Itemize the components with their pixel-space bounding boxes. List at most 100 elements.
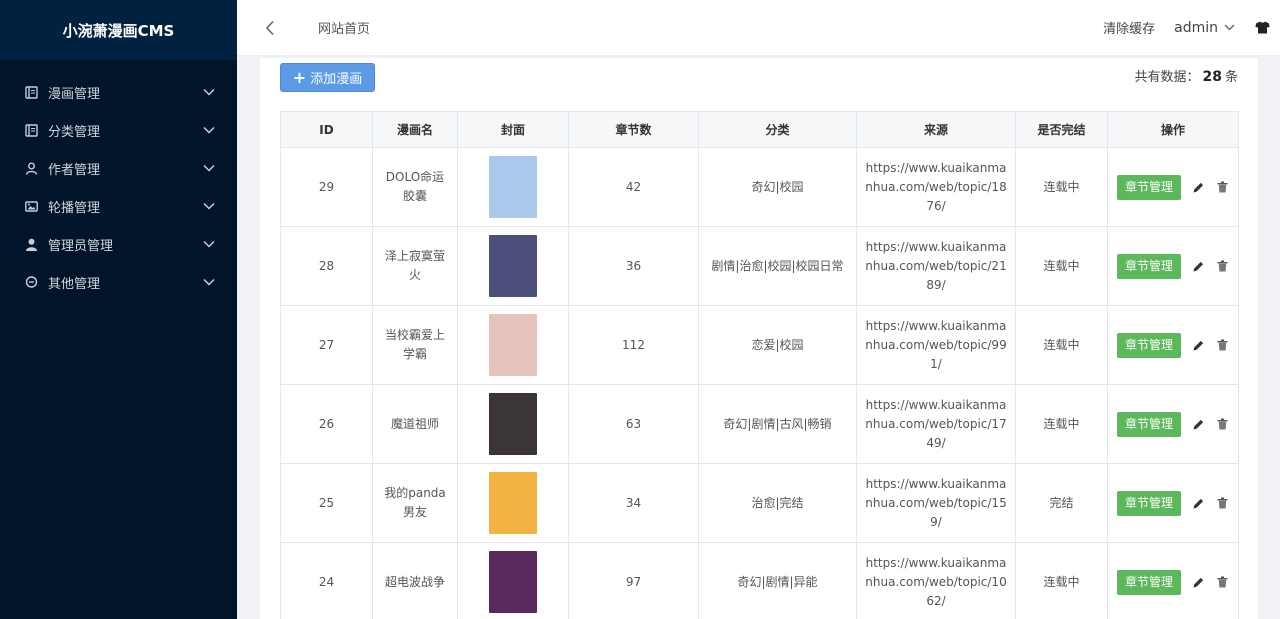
trash-icon[interactable]	[1215, 575, 1229, 589]
sidebar-item-label: 漫画管理	[48, 86, 101, 102]
chapter-manage-button[interactable]: 章节管理	[1116, 332, 1181, 358]
chapter-manage-button[interactable]: 章节管理	[1116, 490, 1181, 516]
chevron-down-icon	[203, 238, 215, 250]
edit-icon[interactable]	[1191, 180, 1205, 194]
cell-name: 魔道祖师	[372, 384, 458, 464]
trash-icon[interactable]	[1215, 338, 1229, 352]
cell-category: 奇幻|剧情|古风|畅销	[698, 384, 857, 464]
chevron-down-icon	[203, 276, 215, 288]
edit-icon[interactable]	[1191, 417, 1205, 431]
column-header: 是否完结	[1015, 111, 1108, 148]
sidebar-item-other[interactable]: 其他管理	[0, 263, 237, 301]
sidebar-item-comics[interactable]: 漫画管理	[0, 73, 237, 111]
cell-id: 25	[280, 463, 373, 543]
cover-image[interactable]	[489, 156, 537, 218]
sidebar-item-categories[interactable]: 分类管理	[0, 111, 237, 149]
cell-source: https://www.kuaikanmanhua.com/web/topic/…	[856, 542, 1016, 619]
column-header: 章节数	[568, 111, 699, 148]
table-row: 25 我的panda男友 34 治愈|完结 https://www.kuaikanman…	[280, 463, 1239, 543]
cover-image[interactable]	[489, 393, 537, 455]
cell-chapters: 112	[568, 305, 699, 385]
cell-name: 我的panda男友	[372, 463, 458, 543]
cover-image[interactable]	[489, 314, 537, 376]
edit-icon[interactable]	[1191, 575, 1205, 589]
trash-icon[interactable]	[1215, 417, 1229, 431]
cell-cover	[457, 226, 569, 306]
cell-name: 超电波战争	[372, 542, 458, 619]
edit-icon[interactable]	[1191, 259, 1205, 273]
back-button[interactable]	[259, 17, 281, 39]
book-icon	[24, 123, 38, 137]
column-header: 来源	[856, 111, 1016, 148]
add-comic-button[interactable]: + 添加漫画	[280, 63, 375, 92]
trash-icon[interactable]	[1215, 180, 1229, 194]
cell-status: 连载中	[1015, 305, 1108, 385]
cell-status: 连载中	[1015, 226, 1108, 306]
chevron-down-icon	[203, 200, 215, 212]
cell-category: 奇幻|剧情|异能	[698, 542, 857, 619]
cell-chapters: 63	[568, 384, 699, 464]
cell-name: DOLO命运胶囊	[372, 147, 458, 227]
cover-image[interactable]	[489, 551, 537, 613]
sidebar-item-label: 其他管理	[48, 276, 101, 292]
cell-category: 治愈|完结	[698, 463, 857, 543]
cell-status: 连载中	[1015, 542, 1108, 619]
table-header-row: ID 漫画名 封面 章节数 分类 来源 是否完结 操作	[280, 111, 1239, 148]
user-name: admin	[1174, 19, 1218, 36]
cell-source: https://www.kuaikanmanhua.com/web/topic/…	[856, 463, 1016, 543]
table-row: 27 当校霸爱上学霸 112 恋爱|校园 https://www.kuaikanmanh…	[280, 305, 1239, 385]
cover-image[interactable]	[489, 235, 537, 297]
sidebar-item-carousel[interactable]: 轮播管理	[0, 187, 237, 225]
trash-icon[interactable]	[1215, 259, 1229, 273]
user-menu[interactable]: admin	[1174, 20, 1235, 36]
main-content: + 添加漫画 共有数据： 28 条 ID 漫画名 封面 章节数 分类 来源 是否完结…	[260, 58, 1258, 619]
chapter-manage-button[interactable]: 章节管理	[1116, 569, 1181, 595]
edit-icon[interactable]	[1191, 338, 1205, 352]
cell-cover	[457, 147, 569, 227]
chevron-down-icon	[1224, 24, 1235, 31]
chevron-down-icon	[203, 162, 215, 174]
cell-source: https://www.kuaikanmanhua.com/web/topic/…	[856, 147, 1016, 227]
chevron-down-icon	[203, 86, 215, 98]
cell-cover	[457, 463, 569, 543]
header-actions: 清除缓存 admin	[1103, 18, 1280, 37]
trash-icon[interactable]	[1215, 496, 1229, 510]
sidebar-item-label: 管理员管理	[48, 238, 114, 254]
shirt-icon[interactable]	[1254, 20, 1270, 36]
cell-actions: 章节管理	[1107, 542, 1239, 619]
image-icon	[24, 199, 38, 213]
total-suffix: 条	[1224, 70, 1238, 85]
sidebar-item-admins[interactable]: 管理员管理	[0, 225, 237, 263]
chapter-manage-button[interactable]: 章节管理	[1116, 253, 1181, 279]
chat-icon	[24, 275, 38, 289]
cell-source: https://www.kuaikanmanhua.com/web/topic/…	[856, 384, 1016, 464]
cell-actions: 章节管理	[1107, 226, 1239, 306]
cell-cover	[457, 542, 569, 619]
breadcrumb-home[interactable]: 网站首页	[318, 18, 370, 37]
top-header: 网站首页 清除缓存 admin	[237, 0, 1280, 56]
user-solid-icon	[24, 237, 38, 251]
app-logo[interactable]: 小涴萧漫画CMS	[0, 0, 237, 60]
edit-icon[interactable]	[1191, 496, 1205, 510]
table-row: 24 超电波战争 97 奇幻|剧情|异能 https://www.kuaikanmanh…	[280, 542, 1239, 619]
sidebar-item-label: 分类管理	[48, 124, 101, 140]
add-comic-label: 添加漫画	[310, 72, 363, 87]
total-prefix: 共有数据：	[1134, 70, 1200, 85]
total-count: 共有数据： 28 条	[1134, 66, 1238, 85]
chapter-manage-button[interactable]: 章节管理	[1116, 174, 1181, 200]
column-header: 漫画名	[372, 111, 458, 148]
table-row: 28 泽上寂寞萤火 36 剧情|治愈|校园|校园日常 https://www.kuaik…	[280, 226, 1239, 306]
cell-chapters: 36	[568, 226, 699, 306]
cell-status: 连载中	[1015, 384, 1108, 464]
sidebar-item-authors[interactable]: 作者管理	[0, 149, 237, 187]
cell-actions: 章节管理	[1107, 463, 1239, 543]
cell-actions: 章节管理	[1107, 384, 1239, 464]
clear-cache-link[interactable]: 清除缓存	[1103, 18, 1155, 37]
column-header: 封面	[457, 111, 569, 148]
comics-table: ID 漫画名 封面 章节数 分类 来源 是否完结 操作 29 DOLO命运胶囊 42…	[280, 111, 1239, 619]
chapter-manage-button[interactable]: 章节管理	[1116, 411, 1181, 437]
cell-source: https://www.kuaikanmanhua.com/web/topic/…	[856, 305, 1016, 385]
sidebar-menu: 漫画管理 分类管理 作者管理 轮播管理 管理员管理 其他管理	[0, 60, 237, 301]
cell-chapters: 97	[568, 542, 699, 619]
cover-image[interactable]	[489, 472, 537, 534]
